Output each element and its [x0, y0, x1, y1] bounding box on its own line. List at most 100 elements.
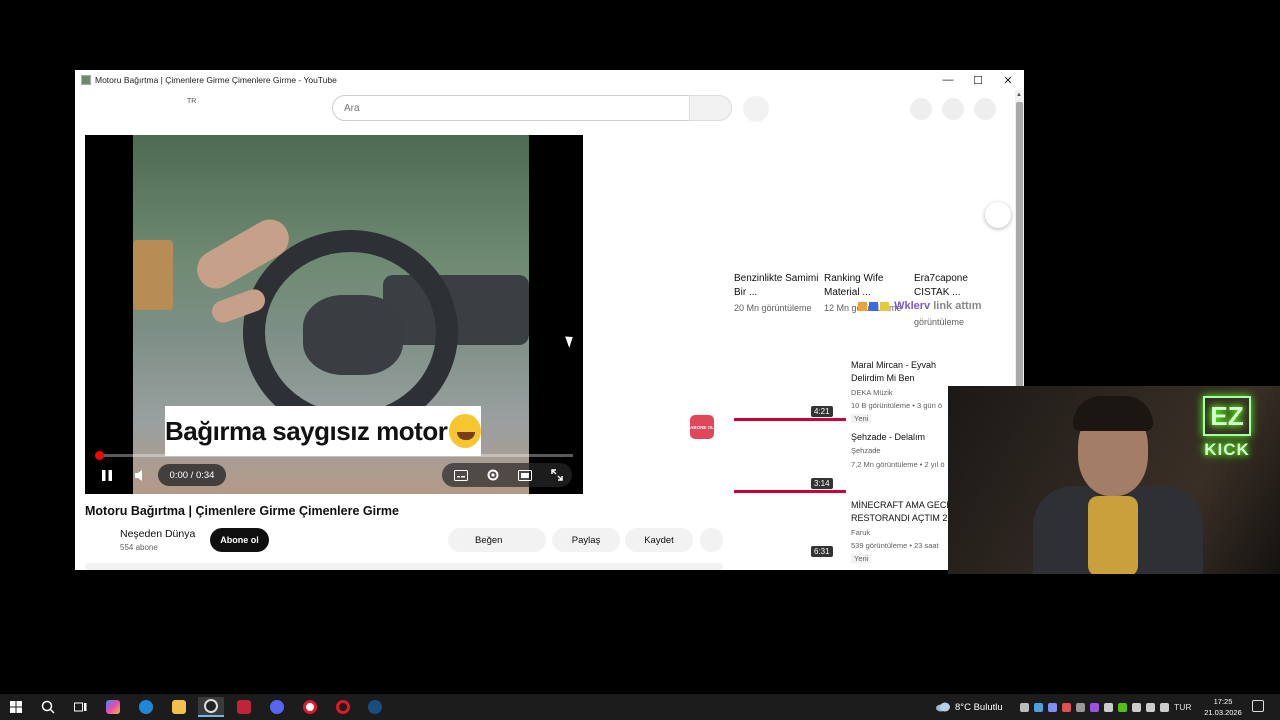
fullscreen-button[interactable] — [545, 464, 569, 486]
language-indicator[interactable]: TUR — [1174, 702, 1191, 712]
pause-button[interactable] — [95, 464, 119, 486]
kick-logo-text: KICK — [1204, 440, 1250, 459]
description-box[interactable] — [85, 563, 723, 570]
subscribe-overlay-badge[interactable]: ABONE OL — [690, 415, 714, 439]
save-button[interactable]: Kaydet — [625, 528, 693, 552]
obs-icon — [204, 699, 218, 713]
volume-icon — [135, 469, 142, 481]
system-tray: TUR — [1020, 694, 1191, 720]
stream-overlay-message: Wklerv link attım — [858, 300, 982, 312]
rec-title[interactable]: Maral Mircan - Eyvah Delirdim Mi Ben — [851, 359, 961, 385]
rec-meta: 7,2 Mn görüntüleme • 2 yıl ö — [851, 460, 945, 469]
microphone-icon[interactable] — [1104, 702, 1113, 712]
taskbar-app-copilot[interactable] — [100, 697, 126, 717]
rec-channel[interactable]: Faruk — [851, 528, 870, 537]
channel-avatar[interactable] — [85, 527, 113, 555]
subscribe-button[interactable]: Abone ol — [210, 528, 269, 552]
more-actions-button[interactable] — [700, 528, 723, 552]
opera-icon — [303, 700, 317, 714]
shorts-next-button[interactable] — [985, 202, 1011, 228]
create-button[interactable] — [910, 98, 932, 120]
network-icon[interactable] — [1146, 702, 1155, 712]
tray-app-icon[interactable] — [1090, 702, 1099, 712]
pause-icon — [102, 469, 112, 481]
windows-icon — [10, 701, 22, 713]
opera-gx-icon — [336, 700, 350, 714]
progress-scrubber[interactable] — [95, 451, 104, 460]
rec-meta: 10 B görüntüleme • 3 gün ö — [851, 401, 943, 410]
clock[interactable]: 17:25 21.03.2026 — [1200, 696, 1246, 718]
steam-tray-icon[interactable] — [1034, 702, 1043, 712]
taskbar-app-opera[interactable] — [297, 697, 323, 717]
rec-title[interactable]: MİNECRAFT AMA GECE RESTORANDI AÇTIM 2 — [851, 499, 961, 525]
volume-button[interactable] — [129, 464, 153, 486]
taskbar-app-opera-gx[interactable] — [330, 697, 356, 717]
like-button[interactable]: Beğen — [448, 528, 546, 552]
tray-app-icon[interactable] — [1020, 702, 1029, 712]
maximize-button[interactable]: ☐ — [963, 70, 993, 90]
theater-mode-button[interactable] — [513, 464, 537, 486]
start-button[interactable] — [3, 697, 29, 717]
taskbar-app-edge[interactable] — [133, 697, 159, 717]
cloud-icon — [936, 702, 950, 712]
taskbar-app-voicemod[interactable] — [231, 697, 257, 717]
webcam-feed: EZ KICK — [948, 386, 1280, 574]
clock-date: 21.03.2026 — [1204, 708, 1242, 717]
minimize-button[interactable]: — — [933, 70, 963, 90]
window-title: Motoru Bağırtma | Çimenlere Girme Çimenl… — [95, 75, 337, 85]
scroll-thumb[interactable] — [1016, 102, 1023, 387]
taskbar-app-obs[interactable] — [198, 697, 224, 717]
subtitles-button[interactable] — [449, 464, 473, 486]
overlay-username: Wklerv — [894, 300, 931, 312]
account-avatar[interactable] — [974, 98, 996, 120]
rec-title[interactable]: Şehzade - Delalım — [851, 431, 961, 444]
notification-center-icon[interactable] — [1252, 700, 1264, 712]
short-item[interactable]: Benzinlikte Samimi Bir ... 20 Mn görüntü… — [734, 272, 820, 315]
chevron-up-icon[interactable] — [1132, 702, 1141, 712]
search-button[interactable] — [689, 95, 732, 121]
taskbar-app-steam[interactable] — [362, 697, 388, 717]
nvidia-icon[interactable] — [1118, 702, 1127, 712]
like-label: Beğen — [475, 534, 503, 546]
rec-channel[interactable]: DEKA Müzik — [851, 388, 893, 397]
taskbar-app-discord[interactable] — [264, 697, 290, 717]
taskbar-app-explorer[interactable] — [166, 697, 192, 717]
tray-app-icon[interactable] — [1062, 702, 1071, 712]
watch-progress-bar — [734, 418, 846, 421]
short-views: 20 Mn görüntüleme — [734, 303, 812, 313]
short-views: görüntüleme — [914, 317, 965, 327]
settings-button[interactable] — [481, 464, 505, 486]
overlay-link-text: link attım — [933, 300, 982, 312]
scroll-up-icon[interactable]: ▲ — [1016, 92, 1022, 98]
video-player[interactable]: Bağırma saygısız motor 0:00 / 0:34 — [85, 135, 583, 494]
copilot-icon — [106, 700, 120, 714]
rec-channel[interactable]: Şehzade — [851, 446, 881, 455]
search-button[interactable] — [35, 697, 61, 717]
video-caption: Bağırma saygısız motor — [165, 406, 481, 456]
share-button[interactable]: Paylaş — [552, 528, 620, 552]
weather-widget[interactable]: 8°C Bulutlu — [935, 694, 1003, 720]
search-input[interactable]: Ara — [332, 95, 690, 121]
speaker-icon[interactable] — [1160, 702, 1169, 712]
rec-duration: 3:14 — [811, 478, 833, 489]
discord-icon — [270, 700, 284, 714]
channel-name[interactable]: Neşeden Dünya — [120, 528, 195, 540]
tray-app-icon[interactable] — [1076, 702, 1085, 712]
subtitles-icon — [454, 469, 468, 481]
side-mirror — [133, 240, 173, 310]
notifications-button[interactable] — [942, 98, 964, 120]
voice-search-button[interactable] — [743, 96, 769, 122]
theater-icon — [518, 469, 532, 481]
discord-tray-icon[interactable] — [1048, 702, 1057, 712]
steering-hub — [303, 295, 403, 375]
close-button[interactable]: ✕ — [993, 70, 1023, 90]
video-title: Motoru Bağırtma | Çimenlere Girme Çimenl… — [85, 504, 400, 518]
person-hair — [1073, 396, 1153, 431]
short-title: Benzinlikte Samimi Bir ... — [734, 273, 819, 298]
title-bar[interactable]: Motoru Bağırtma | Çimenlere Girme Çimenl… — [75, 70, 1024, 90]
progress-bar[interactable] — [95, 451, 573, 460]
short-title: Ranking Wife Material ... — [824, 273, 884, 298]
weather-text: 8°C Bulutlu — [955, 701, 1003, 713]
rec-duration: 6:31 — [811, 546, 833, 557]
task-view-button[interactable] — [67, 697, 93, 717]
